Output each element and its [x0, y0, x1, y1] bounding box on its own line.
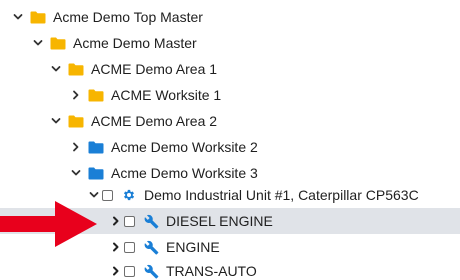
folder-icon: [88, 87, 104, 103]
tree-node-label[interactable]: ACME Demo Area 1: [91, 60, 217, 78]
asset-tree: Acme Demo Top Master Acme Demo Master AC…: [0, 0, 460, 280]
chevron-right-icon[interactable]: [70, 141, 82, 153]
tree-node-label[interactable]: ACME Worksite 1: [111, 86, 221, 104]
chevron-down-icon[interactable]: [70, 167, 82, 179]
wrench-icon: [143, 239, 159, 255]
tree-node-label[interactable]: DIESEL ENGINE: [166, 212, 273, 230]
tree-node-acme-worksite-1[interactable]: ACME Worksite 1: [0, 82, 460, 108]
folder-icon: [50, 35, 66, 51]
node-checkbox[interactable]: [124, 241, 135, 253]
gear-icon: [121, 187, 137, 203]
tree-node-acme-demo-top-master[interactable]: Acme Demo Top Master: [0, 4, 460, 30]
folder-icon: [68, 113, 84, 129]
tree-node-label[interactable]: Acme Demo Worksite 3: [111, 164, 258, 182]
chevron-down-icon[interactable]: [32, 37, 44, 49]
node-checkbox[interactable]: [124, 265, 135, 277]
tree-node-trans-auto[interactable]: TRANS-AUTO: [0, 258, 460, 280]
folder-icon: [68, 61, 84, 77]
chevron-down-icon[interactable]: [12, 11, 24, 23]
tree-node-acme-demo-worksite-2[interactable]: Acme Demo Worksite 2: [0, 134, 460, 160]
folder-icon: [30, 9, 46, 25]
chevron-down-icon[interactable]: [50, 63, 62, 75]
tree-node-label[interactable]: ENGINE: [166, 238, 220, 256]
tree-node-label[interactable]: TRANS-AUTO: [166, 262, 257, 280]
chevron-right-icon[interactable]: [110, 265, 122, 277]
tree-node-acme-demo-master[interactable]: Acme Demo Master: [0, 30, 460, 56]
node-checkbox[interactable]: [102, 189, 113, 201]
chevron-right-icon[interactable]: [70, 89, 82, 101]
chevron-right-icon[interactable]: [110, 215, 122, 227]
tree-node-acme-demo-area-1[interactable]: ACME Demo Area 1: [0, 56, 460, 82]
tree-node-label[interactable]: ACME Demo Area 2: [91, 112, 217, 130]
tree-node-label[interactable]: Acme Demo Master: [73, 34, 197, 52]
chevron-right-icon[interactable]: [110, 241, 122, 253]
wrench-icon: [143, 263, 159, 279]
tree-node-label[interactable]: Acme Demo Top Master: [53, 8, 203, 26]
folder-icon: [88, 139, 104, 155]
arrow-right-icon: [0, 200, 100, 248]
chevron-down-icon[interactable]: [50, 115, 62, 127]
node-checkbox[interactable]: [124, 215, 135, 227]
tree-node-acme-demo-area-2[interactable]: ACME Demo Area 2: [0, 108, 460, 134]
wrench-icon: [143, 213, 159, 229]
tree-node-label[interactable]: Acme Demo Worksite 2: [111, 138, 258, 156]
folder-icon: [88, 165, 104, 181]
tree-node-label[interactable]: Demo Industrial Unit #1, Caterpillar CP5…: [144, 186, 419, 204]
